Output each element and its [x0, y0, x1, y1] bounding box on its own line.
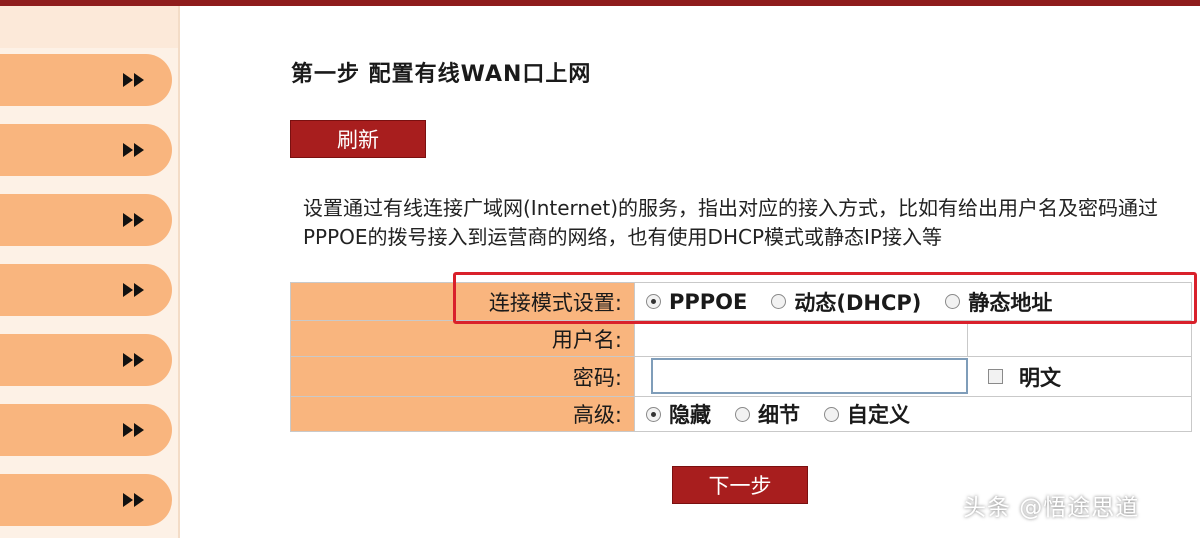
advanced-row: 高级: 隐藏 细节 自定义 [291, 397, 1191, 431]
radio-pppoe-label: PPPOE [669, 289, 748, 314]
sidebar-item-2[interactable] [0, 124, 172, 176]
radio-static-label: 静态地址 [968, 290, 1053, 315]
radio-hidden[interactable]: 隐藏 [636, 399, 711, 429]
show-plaintext-label: 明文 [1019, 365, 1061, 390]
double-chevron-right-icon [123, 213, 144, 227]
sidebar-item-1[interactable] [0, 54, 172, 106]
page-title: 第一步 配置有线WAN口上网 [291, 62, 592, 87]
username-value-cell [636, 321, 1191, 356]
top-border-bar [0, 0, 1200, 6]
password-input[interactable] [651, 358, 968, 394]
sidebar-header [0, 6, 180, 48]
sidebar [0, 6, 180, 538]
radio-dhcp[interactable]: 动态(DHCP) [761, 287, 921, 317]
radio-hidden-label: 隐藏 [669, 403, 711, 427]
radio-checked-icon [646, 294, 661, 309]
cell-divider [967, 321, 968, 356]
double-chevron-right-icon [123, 353, 144, 367]
sidebar-item-7[interactable] [0, 474, 172, 526]
radio-unchecked-icon [771, 294, 787, 309]
double-chevron-right-icon [123, 73, 144, 87]
username-input[interactable] [650, 321, 966, 356]
sidebar-item-3[interactable] [0, 194, 172, 246]
watermark-text: 头条 @悟途思道 [963, 495, 1140, 521]
radio-checked-icon [646, 406, 661, 422]
radio-static[interactable]: 静态地址 [935, 287, 1052, 317]
radio-detail-label: 细节 [758, 403, 800, 427]
next-step-button[interactable]: 下一步 [672, 466, 808, 504]
double-chevron-right-icon [123, 283, 144, 297]
double-chevron-right-icon [123, 423, 144, 437]
show-plaintext-checkbox[interactable]: 明文 [988, 357, 1061, 396]
password-row: 密码: 明文 [291, 357, 1191, 397]
refresh-button[interactable]: 刷新 [290, 120, 426, 158]
sidebar-item-4[interactable] [0, 264, 172, 316]
radio-detail[interactable]: 细节 [725, 399, 800, 429]
description-text: 设置通过有线连接广域网(Internet)的服务，指出对应的接入方式，比如有给出… [303, 196, 1159, 249]
sidebar-item-6[interactable] [0, 404, 172, 456]
double-chevron-right-icon [123, 493, 144, 507]
username-row: 用户名: [291, 321, 1191, 357]
radio-unchecked-icon [945, 294, 961, 309]
sidebar-item-5[interactable] [0, 334, 172, 386]
wan-config-form: 连接模式设置: PPPOE 动态(DHCP) 静态地址 用户名: 密码: 明文 … [290, 282, 1192, 432]
radio-custom-label: 自定义 [847, 403, 910, 427]
connection-mode-options: PPPOE 动态(DHCP) 静态地址 [636, 283, 1191, 320]
radio-custom[interactable]: 自定义 [814, 399, 910, 429]
sidebar-divider [178, 6, 180, 538]
connection-mode-label: 连接模式设置: [291, 283, 635, 320]
radio-unchecked-icon [824, 406, 839, 422]
radio-unchecked-icon [735, 406, 750, 422]
password-label: 密码: [291, 357, 635, 396]
username-label: 用户名: [291, 321, 635, 356]
connection-mode-row: 连接模式设置: PPPOE 动态(DHCP) 静态地址 [291, 283, 1191, 321]
checkbox-unchecked-icon [988, 369, 1003, 384]
double-chevron-right-icon [123, 143, 144, 157]
radio-pppoe[interactable]: PPPOE [636, 290, 747, 314]
advanced-options: 隐藏 细节 自定义 [636, 397, 1191, 431]
advanced-label: 高级: [291, 397, 635, 431]
radio-dhcp-label: 动态(DHCP) [794, 290, 922, 315]
